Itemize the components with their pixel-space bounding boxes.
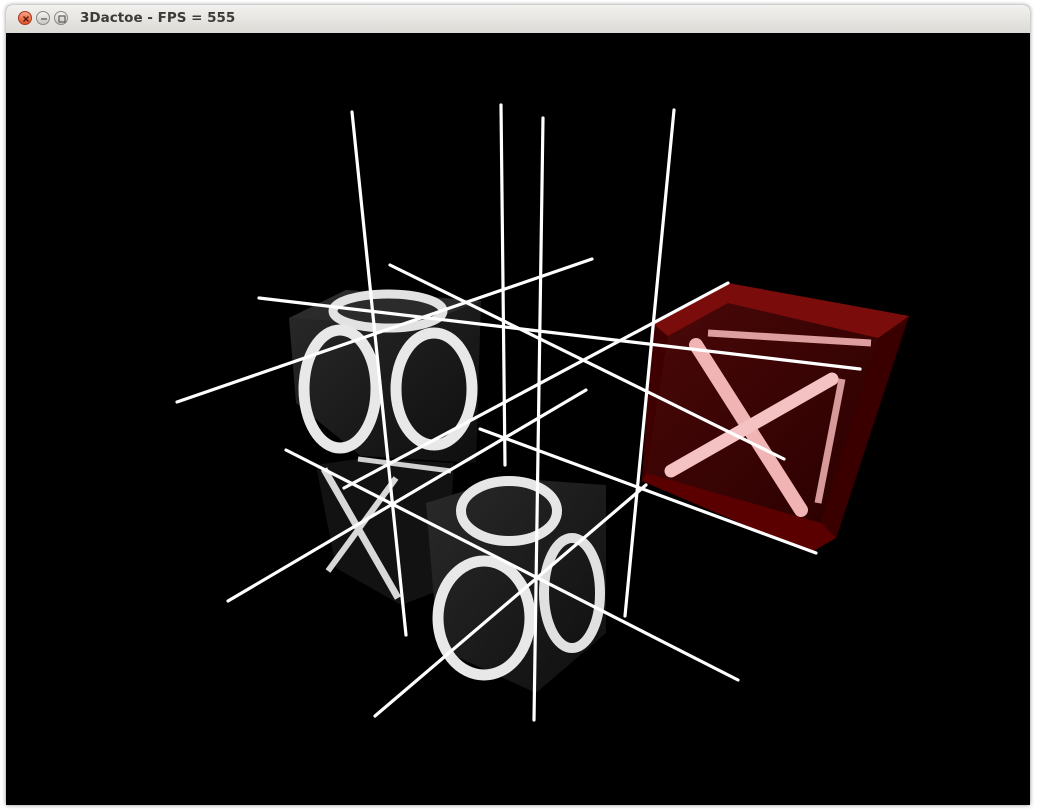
game-viewport[interactable] [6,33,1030,805]
window-title: 3Dactoe - FPS = 555 [80,10,236,26]
game-board[interactable] [6,33,1030,805]
maximize-icon [58,15,66,23]
x-cube-highlighted[interactable] [642,283,909,553]
o-cube-center-front[interactable] [426,476,606,693]
maximize-button[interactable] [54,11,68,25]
close-button[interactable] [18,11,32,25]
minimize-button[interactable] [36,11,50,25]
close-icon [23,16,29,22]
app-window: 3Dactoe - FPS = 555 [6,5,1030,805]
minimize-icon [41,18,47,20]
title-bar[interactable]: 3Dactoe - FPS = 555 [6,5,1030,34]
